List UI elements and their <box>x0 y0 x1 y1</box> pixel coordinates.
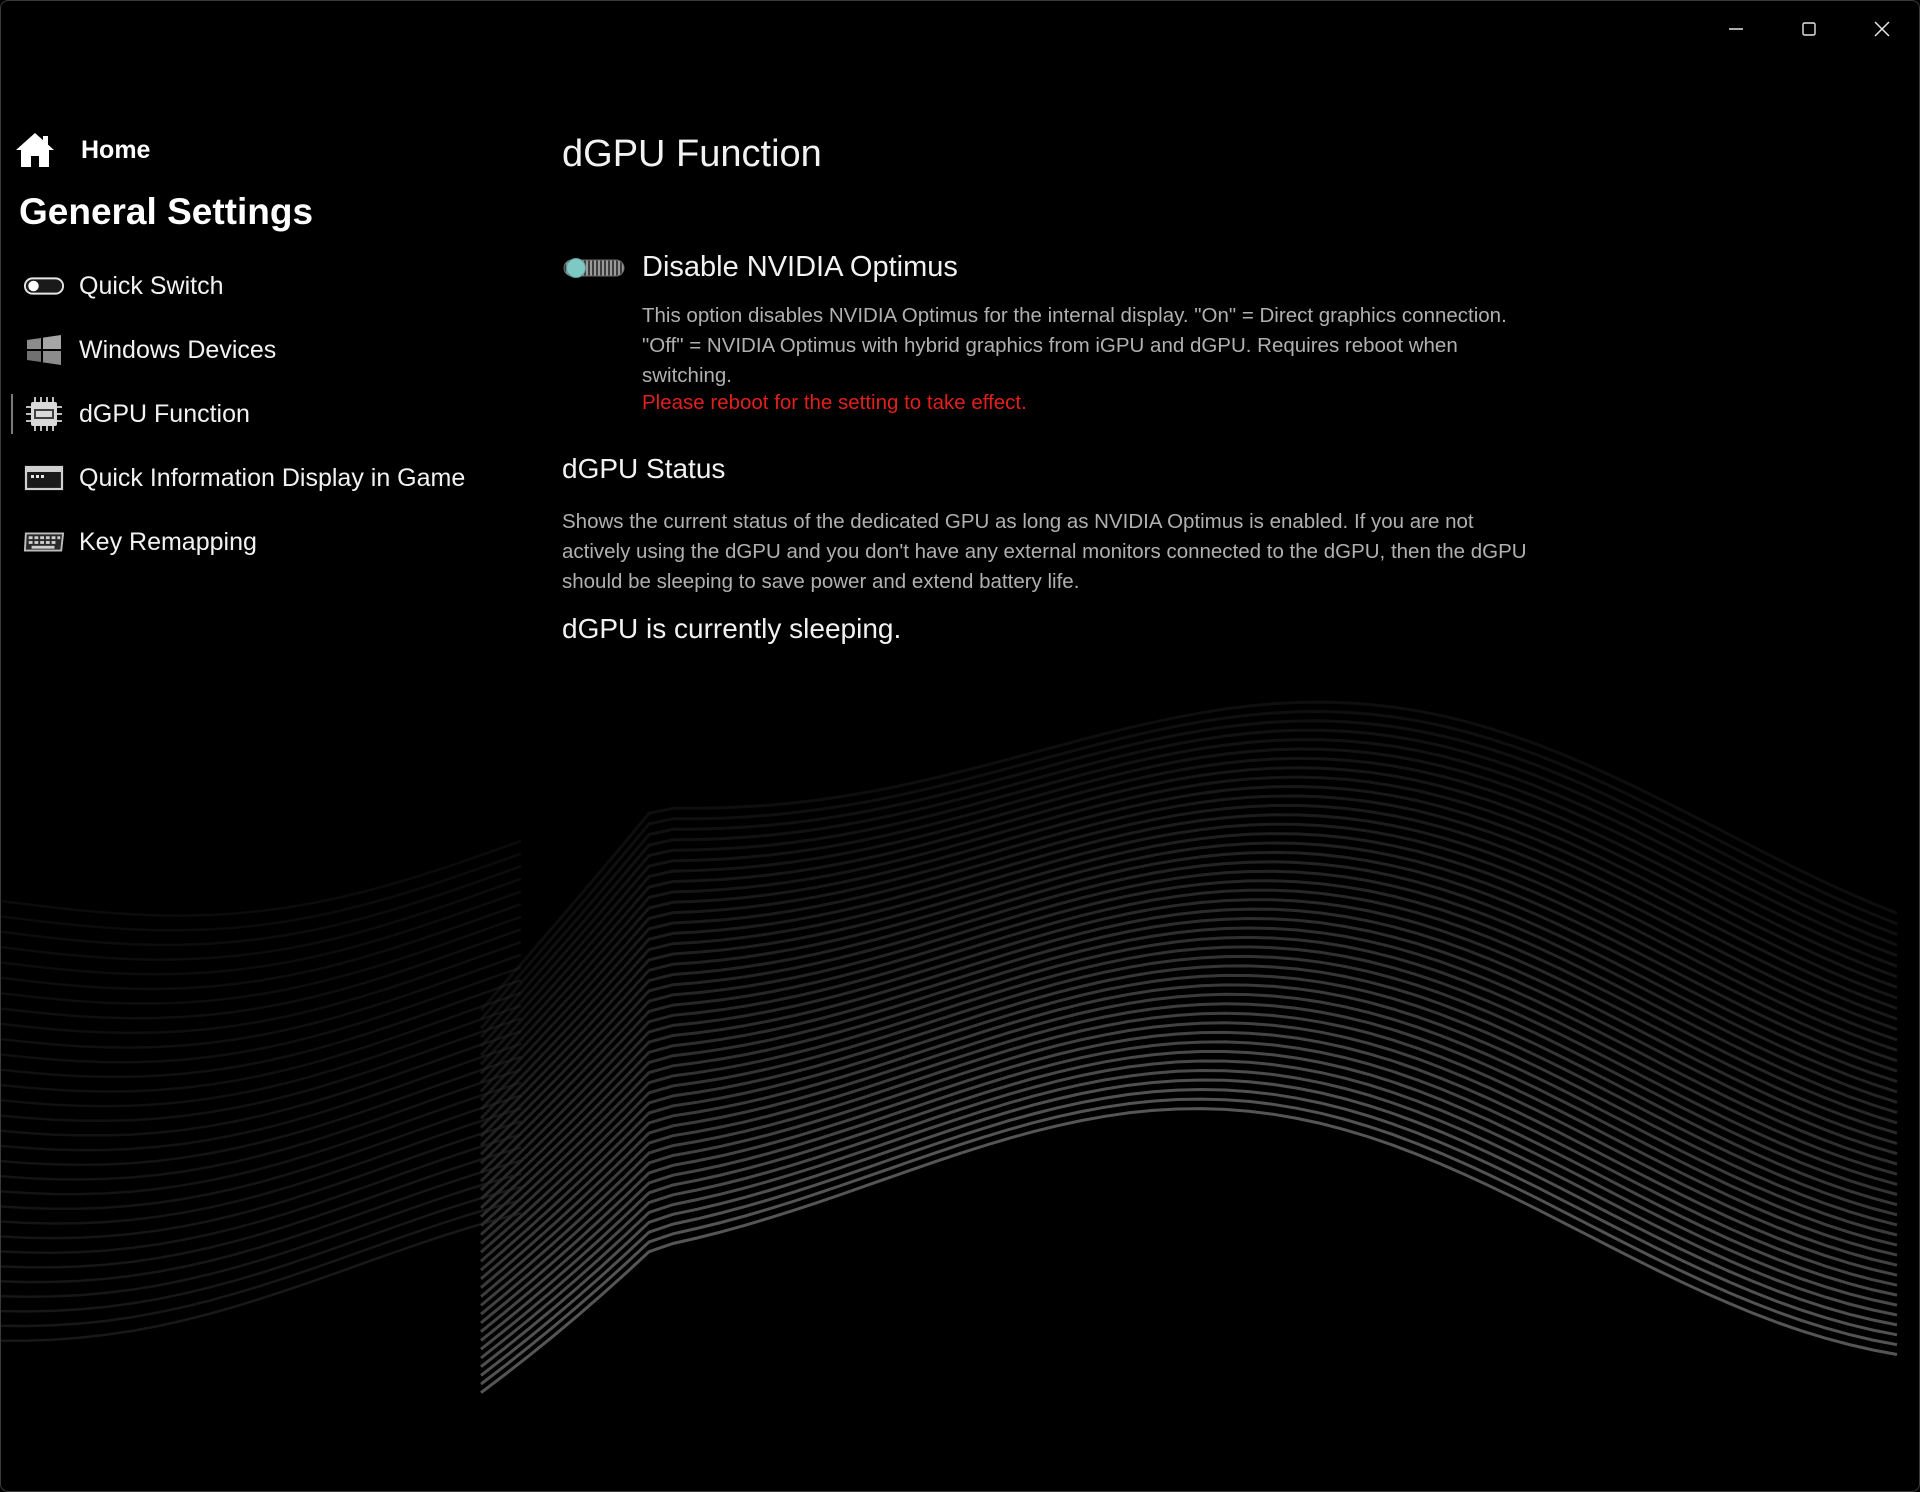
reboot-warning: Please reboot for the setting to take ef… <box>642 391 1027 414</box>
sidebar-item-label: Windows Devices <box>79 335 277 364</box>
toggle-switch-icon <box>23 271 65 301</box>
background-wave-line <box>480 1002 1898 1298</box>
disable-optimus-toggle[interactable] <box>562 256 626 280</box>
sidebar-item-dgpu-function[interactable]: dGPU Function <box>11 386 511 442</box>
background-wave-line <box>1 1212 522 1342</box>
background-wave-line <box>1 915 522 1005</box>
status-description: Shows the current status of the dedicate… <box>562 510 1527 593</box>
maximize-button[interactable] <box>1781 9 1837 49</box>
sidebar-item-label: Key Remapping <box>79 527 257 556</box>
sidebar-item-quick-information-display[interactable]: Quick Information Display in Game <box>11 450 511 506</box>
background-wave-line <box>480 1021 1898 1316</box>
setting-description: This option disables NVIDIA Optimus for … <box>642 304 1507 387</box>
background-wave-line <box>1 928 522 1020</box>
home-button[interactable]: Home <box>13 127 150 173</box>
background-wave-line <box>1 1185 522 1313</box>
home-label: Home <box>81 135 151 164</box>
background-wave-line <box>1 902 522 991</box>
background-wave-line <box>479 888 1898 1192</box>
status-heading: dGPU Status <box>562 453 726 484</box>
minimize-icon <box>1729 28 1743 30</box>
page-title: dGPU Function <box>562 133 822 175</box>
gpu-chip-icon <box>23 397 65 431</box>
background-wave-line <box>1 1055 522 1167</box>
background-wave-line <box>1 1081 522 1196</box>
sidebar-item-key-remapping[interactable]: Key Remapping <box>11 514 511 570</box>
keyboard-icon <box>23 527 65 557</box>
display-window-icon <box>23 463 65 493</box>
status-value: dGPU is currently sleeping. <box>562 613 902 644</box>
app-window: Home General Settings Quick Switch Windo… <box>0 0 1920 1492</box>
disable-optimus-setting: Disable NVIDIA Optimus <box>562 243 1562 293</box>
section-title: General Settings <box>19 191 314 232</box>
sidebar-item-label: dGPU Function <box>79 399 250 428</box>
sidebar-item-quick-switch[interactable]: Quick Switch <box>11 258 511 314</box>
background-wave-line <box>1 1198 522 1328</box>
background-wave-line <box>1 1068 522 1181</box>
setting-title: Disable NVIDIA Optimus <box>642 251 958 283</box>
sidebar-item-windows-devices[interactable]: Windows Devices <box>11 322 511 378</box>
windows-logo-icon <box>23 335 65 365</box>
home-icon <box>16 133 54 167</box>
sidebar: Home General Settings Quick Switch Windo… <box>1 1 521 601</box>
background-wave-line <box>1 1094 522 1210</box>
background-wave-line <box>1 839 522 917</box>
sidebar-item-label: Quick Information Display in Game <box>79 463 466 492</box>
sidebar-item-label: Quick Switch <box>79 271 224 300</box>
close-button[interactable] <box>1854 9 1910 49</box>
maximize-icon <box>1802 22 1816 36</box>
close-icon <box>1874 21 1890 37</box>
minimize-button[interactable] <box>1708 9 1764 49</box>
